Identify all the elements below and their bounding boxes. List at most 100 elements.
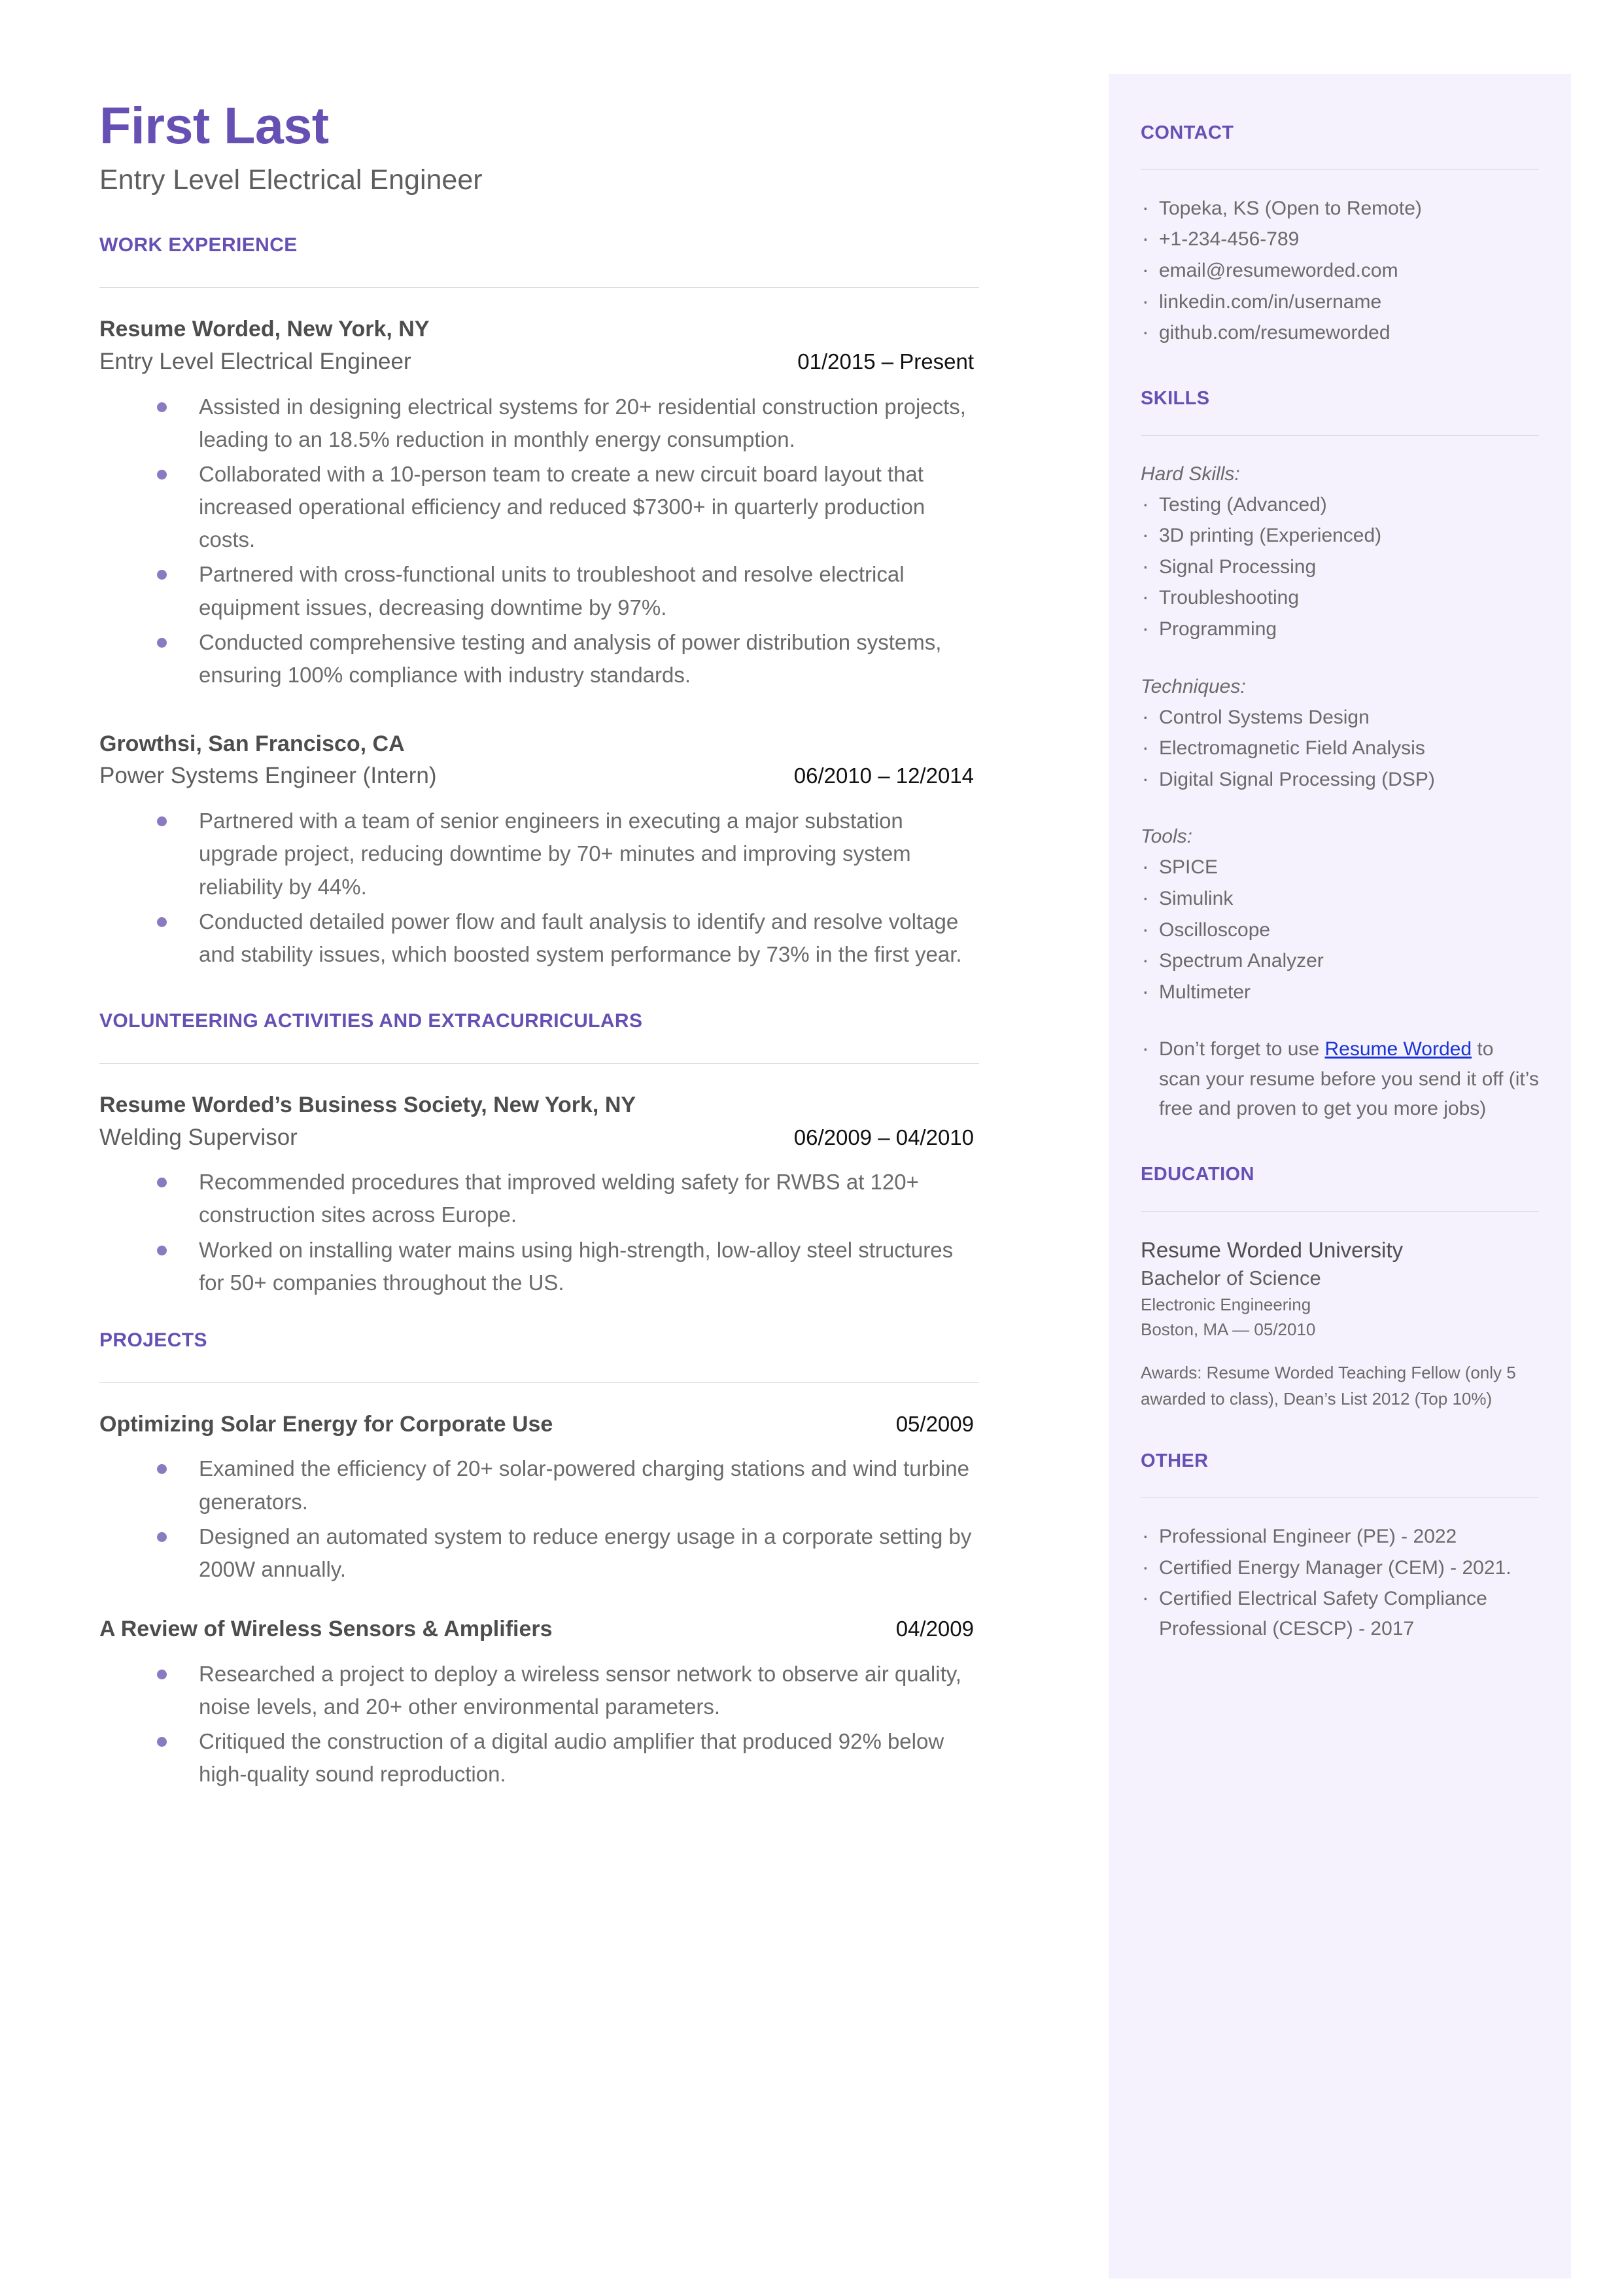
contact-list: Topeka, KS (Open to Remote) +1-234-456-7… — [1141, 192, 1539, 348]
volunteering-bullet-list: Recommended procedures that improved wel… — [99, 1166, 979, 1299]
skills-group-label-tools: Tools: — [1141, 826, 1192, 848]
experience-role-row: Power Systems Engineer (Intern) 06/2010 … — [99, 762, 979, 790]
contact-phone[interactable]: +1-234-456-789 — [1141, 222, 1539, 254]
skill-item: Electromagnetic Field Analysis — [1141, 731, 1539, 763]
sidebar-divider — [1141, 169, 1539, 170]
volunteering-role: Welding Supervisor — [99, 1124, 298, 1150]
education-school: Resume Worded University — [1141, 1237, 1404, 1262]
skill-item: 3D printing (Experienced) — [1141, 519, 1539, 551]
section-divider — [99, 1063, 979, 1064]
project-entry: A Review of Wireless Sensors & Amplifier… — [99, 1615, 979, 1791]
experience-bullet-list: Partnered with a team of senior engineer… — [99, 805, 979, 971]
experience-role: Entry Level Electrical Engineer — [99, 348, 411, 374]
project-bullet-list: Researched a project to deploy a wireles… — [99, 1658, 979, 1791]
skill-item: Simulink — [1141, 882, 1539, 914]
project-date: 04/2009 — [895, 1617, 974, 1641]
project-date: 05/2009 — [895, 1411, 974, 1436]
education-degree: Bachelor of Science — [1141, 1267, 1321, 1290]
sidebar-section-skills: SKILLS Hard Skills: Testing (Advanced) 3… — [1141, 387, 1539, 1124]
project-entry: Optimizing Solar Energy for Corporate Us… — [99, 1410, 979, 1586]
experience-date: 06/2010 – 12/2014 — [793, 763, 974, 788]
skill-item: Oscilloscope — [1141, 913, 1539, 945]
project-bullet-list: Examined the efficiency of 20+ solar-pow… — [99, 1452, 979, 1586]
experience-role: Power Systems Engineer (Intern) — [99, 763, 437, 789]
section-divider — [99, 287, 979, 289]
bullet-item: Collaborated with a 10-person team to cr… — [152, 458, 979, 556]
skill-item: Signal Processing — [1141, 550, 1539, 582]
project-title: A Review of Wireless Sensors & Amplifier… — [99, 1617, 553, 1642]
skills-list-tools: SPICE Simulink Oscilloscope Spectrum Ana… — [1141, 850, 1539, 1007]
skill-item: Testing (Advanced) — [1141, 488, 1539, 520]
certification-item: Certified Energy Manager (CEM) - 2021. — [1141, 1551, 1539, 1583]
main-content-column: First Last Entry Level Electrical Engine… — [99, 98, 979, 1793]
candidate-name: First Last — [99, 96, 329, 154]
education-awards: Awards: Resume Worded Teaching Fellow (o… — [1141, 1362, 1516, 1409]
contact-github[interactable]: github.com/resumeworded — [1141, 316, 1539, 348]
volunteering-entry: Resume Worded’s Business Society, New Yo… — [99, 1091, 979, 1299]
skills-list-hard-skills: Testing (Advanced) 3D printing (Experien… — [1141, 488, 1539, 644]
volunteering-role-row: Welding Supervisor 06/2009 – 04/2010 — [99, 1123, 979, 1152]
section-title-work-experience: WORK EXPERIENCE — [99, 234, 298, 256]
section-divider — [99, 1382, 979, 1383]
volunteering-date: 06/2009 – 04/2010 — [793, 1125, 974, 1149]
sidebar-divider — [1141, 1210, 1539, 1212]
sidebar-section-contact: CONTACT Topeka, KS (Open to Remote) +1-2… — [1141, 122, 1539, 348]
sidebar-section-other: OTHER Professional Engineer (PE) - 2022 … — [1141, 1450, 1539, 1643]
sidebar-title-skills: SKILLS — [1141, 387, 1210, 409]
certification-item: Certified Electrical Safety Compliance P… — [1141, 1582, 1539, 1643]
bullet-item: Designed an automated system to reduce e… — [152, 1520, 979, 1586]
project-title-row: A Review of Wireless Sensors & Amplifier… — [99, 1615, 979, 1643]
skill-item: Programming — [1141, 612, 1539, 644]
project-title: Optimizing Solar Energy for Corporate Us… — [99, 1411, 553, 1437]
bullet-item: Researched a project to deploy a wireles… — [152, 1658, 979, 1723]
experience-entry: Growthsi, San Francisco, CA Power System… — [99, 730, 979, 971]
experience-bullet-list: Assisted in designing electrical systems… — [99, 391, 979, 692]
bullet-item: Examined the efficiency of 20+ solar-pow… — [152, 1452, 979, 1518]
promo-text-before: Don’t forget to use — [1159, 1038, 1325, 1060]
experience-entry: Resume Worded, New York, NY Entry Level … — [99, 315, 979, 692]
section-title-volunteering: VOLUNTEERING ACTIVITIES AND EXTRACURRICU… — [99, 1010, 643, 1032]
skill-item: Digital Signal Processing (DSP) — [1141, 763, 1539, 795]
skill-item: Spectrum Analyzer — [1141, 944, 1539, 976]
sidebar-section-education: EDUCATION Resume Worded University Bache… — [1141, 1163, 1539, 1412]
contact-email[interactable]: email@resumeworded.com — [1141, 254, 1539, 286]
skills-group-label-hard-skills: Hard Skills: — [1141, 463, 1240, 485]
bullet-item: Partnered with cross-functional units to… — [152, 558, 979, 623]
contact-location: Topeka, KS (Open to Remote) — [1141, 192, 1539, 224]
sidebar-title-education: EDUCATION — [1141, 1164, 1254, 1185]
volunteering-org: Resume Worded’s Business Society, New Yo… — [99, 1093, 636, 1118]
project-title-row: Optimizing Solar Energy for Corporate Us… — [99, 1410, 979, 1439]
sidebar-divider — [1141, 434, 1539, 436]
section-projects: PROJECTS Optimizing Solar Energy for Cor… — [99, 1329, 979, 1791]
experience-role-row: Entry Level Electrical Engineer 01/2015 … — [99, 347, 979, 376]
bullet-item: Recommended procedures that improved wel… — [152, 1166, 979, 1231]
section-volunteering: VOLUNTEERING ACTIVITIES AND EXTRACURRICU… — [99, 1009, 979, 1299]
education-location-date: Boston, MA — 05/2010 — [1141, 1319, 1316, 1339]
promo-note-list: Don’t forget to use Resume Worded to sca… — [1141, 1032, 1539, 1124]
sidebar-title-contact: CONTACT — [1141, 122, 1234, 143]
resume-page: First Last Entry Level Electrical Engine… — [0, 0, 1624, 2295]
sidebar-title-other: OTHER — [1141, 1450, 1209, 1472]
bullet-item: Assisted in designing electrical systems… — [152, 391, 979, 456]
bullet-item: Partnered with a team of senior engineer… — [152, 805, 979, 903]
skill-item: SPICE — [1141, 850, 1539, 883]
bullet-item: Conducted comprehensive testing and anal… — [152, 626, 979, 692]
contact-linkedin[interactable]: linkedin.com/in/username — [1141, 285, 1539, 317]
promo-note: Don’t forget to use Resume Worded to sca… — [1141, 1032, 1539, 1124]
skills-list-techniques: Control Systems Design Electromagnetic F… — [1141, 701, 1539, 795]
resume-worded-link[interactable]: Resume Worded — [1324, 1038, 1472, 1060]
bullet-item: Worked on installing water mains using h… — [152, 1234, 979, 1299]
other-list: Professional Engineer (PE) - 2022 Certif… — [1141, 1520, 1539, 1643]
experience-date: 01/2015 – Present — [797, 349, 974, 374]
certification-item: Professional Engineer (PE) - 2022 — [1141, 1520, 1539, 1552]
sidebar: CONTACT Topeka, KS (Open to Remote) +1-2… — [1109, 74, 1571, 2279]
